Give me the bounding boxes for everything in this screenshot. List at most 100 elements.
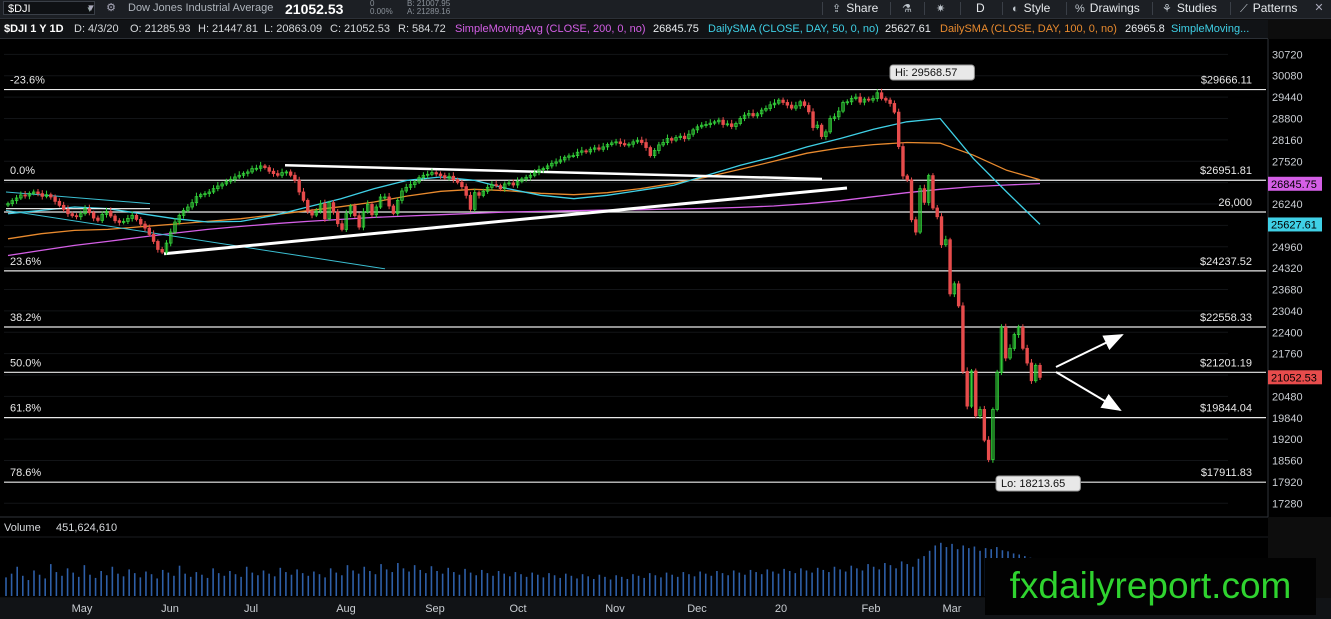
candle-body	[721, 119, 725, 125]
price-tick-label: 29440	[1272, 92, 1303, 104]
candle-body	[961, 305, 965, 372]
candle-body	[40, 193, 44, 197]
candle-body	[909, 179, 914, 221]
price-tick-label: 28800	[1272, 113, 1303, 125]
candle-body	[468, 194, 473, 210]
candle-body	[23, 194, 27, 197]
candle-body	[66, 208, 70, 215]
candle-body	[858, 96, 862, 103]
month-label: Jul	[244, 603, 258, 615]
candle-body	[96, 217, 100, 221]
candle-body	[682, 135, 687, 139]
fib-level-price: $24237.52	[1200, 256, 1252, 268]
candle-body	[867, 98, 871, 101]
price-tick-label: 17920	[1272, 477, 1303, 489]
candle-body	[892, 103, 897, 113]
candle-body	[451, 175, 456, 181]
candle-body	[74, 215, 79, 218]
price-tick-label: 23680	[1272, 285, 1303, 297]
candle-body	[36, 191, 40, 195]
candle-body	[267, 167, 271, 172]
candle-body	[293, 174, 297, 181]
price-tick-label: 26240	[1272, 199, 1303, 211]
low-label: Lo: 18213.65	[1001, 478, 1065, 490]
candle-body	[464, 186, 468, 196]
fib-level-price: $22558.33	[1200, 312, 1252, 324]
candle-body	[597, 147, 601, 150]
candle-body	[113, 215, 117, 222]
candle-body	[811, 111, 815, 128]
month-label: Dec	[687, 603, 707, 615]
month-label: Mar	[943, 603, 962, 615]
price-tick-label: 24320	[1272, 263, 1303, 275]
price-tick-label: 19840	[1272, 413, 1303, 425]
candle-body	[986, 439, 991, 460]
fib-level-price: $26951.81	[1200, 165, 1252, 177]
month-label: Feb	[862, 603, 881, 615]
candle-body	[1029, 362, 1034, 382]
candle-body	[948, 239, 952, 295]
price-tick-label: 24960	[1272, 242, 1303, 254]
price-badge-text: 25627.61	[1271, 219, 1317, 231]
candle-body	[1025, 347, 1029, 364]
candle-body	[434, 172, 438, 175]
price-tick-label: 17280	[1272, 498, 1303, 510]
price-axis[interactable]: 3072030080294402880028160275202688026240…	[1267, 39, 1331, 517]
month-label: Sep	[425, 603, 445, 615]
candle-body	[353, 205, 357, 217]
candle-body	[160, 249, 164, 253]
fib-level-pct: 38.2%	[10, 312, 41, 324]
fib-level-pct: 0.0%	[10, 165, 35, 177]
chart-grid	[0, 39, 1268, 597]
fib-level-pct: 78.6%	[10, 467, 41, 479]
chart-background	[0, 39, 1268, 517]
candle-body	[644, 142, 648, 148]
candle-body	[49, 194, 53, 198]
price-tick-label: 23040	[1272, 306, 1303, 318]
candle-body	[931, 175, 935, 209]
candle-body	[888, 99, 892, 104]
candle-body	[387, 196, 391, 207]
candle-body	[781, 99, 785, 103]
candle-body	[357, 215, 361, 228]
candle-body	[751, 113, 755, 117]
candle-body	[494, 184, 498, 187]
candle-body	[117, 220, 122, 223]
candle-body	[640, 139, 644, 143]
candle-body	[1038, 364, 1042, 378]
price-chart[interactable]: 4/1/195/1/196/3/197/1/198/1/199/3/1910/1…	[0, 0, 1331, 619]
candle-body	[156, 241, 160, 250]
candle-body	[57, 200, 62, 206]
candle-body	[901, 146, 905, 177]
candle-body	[276, 173, 280, 176]
price-tick-label: 30720	[1272, 49, 1303, 61]
candle-body	[622, 143, 627, 146]
volume-value: 451,624,610	[56, 522, 118, 534]
candle-body	[310, 210, 314, 216]
candle-body	[956, 283, 961, 307]
candle-body	[147, 227, 152, 235]
candle-body	[789, 104, 794, 109]
candle-body	[922, 188, 927, 203]
candle-body	[785, 102, 790, 106]
candle-body	[109, 210, 113, 217]
candle-body	[974, 370, 978, 417]
fib-level-price: $21201.19	[1200, 357, 1252, 369]
candle-body	[935, 207, 939, 218]
candle-body	[1021, 326, 1025, 349]
fib-level-pct: 61.8%	[10, 403, 41, 415]
candle-body	[134, 214, 139, 220]
candle-body	[1004, 326, 1008, 359]
price-badge-text: 21052.53	[1271, 372, 1317, 384]
candle-body	[802, 101, 807, 106]
candle-body	[370, 203, 374, 216]
fib-level-pct: 50.0%	[10, 357, 41, 369]
candle-body	[340, 223, 344, 230]
candle-body	[443, 175, 447, 179]
candle-body	[884, 98, 888, 101]
candle-body	[648, 147, 653, 156]
candle-body	[263, 165, 267, 169]
month-label: Nov	[605, 603, 625, 615]
price-tick-label: 20480	[1272, 391, 1303, 403]
candle-body	[87, 208, 92, 214]
